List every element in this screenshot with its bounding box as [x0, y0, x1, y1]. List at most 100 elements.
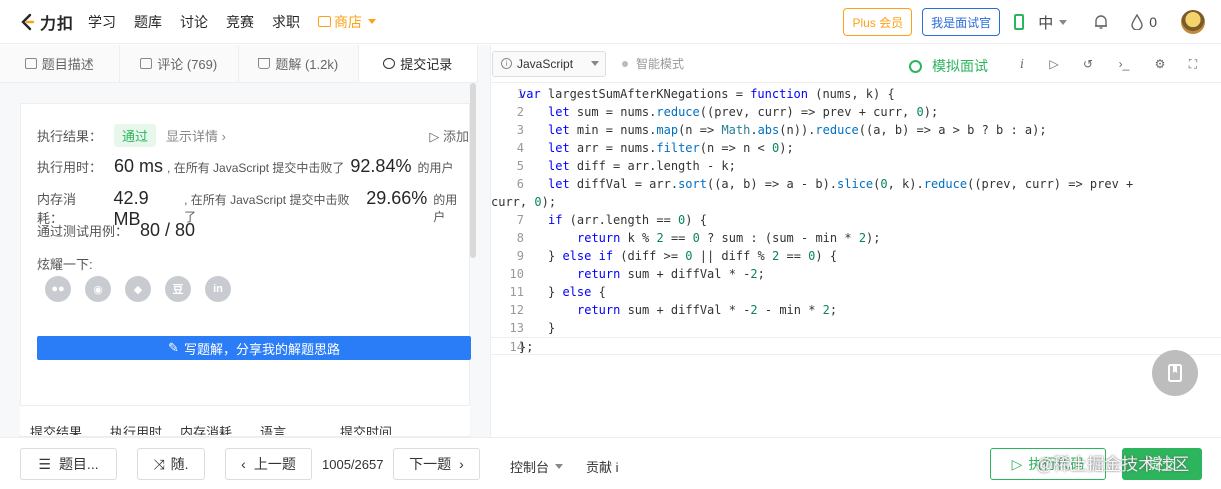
line-number: 13 — [509, 321, 524, 335]
code-editor[interactable]: 1 var largestSumAfterKNegations = functio… — [491, 85, 1221, 355]
wechat-icon[interactable]: ●● — [45, 276, 71, 302]
nav-learn[interactable]: 学习 — [88, 12, 116, 32]
code-line[interactable]: 14}; — [491, 337, 1221, 355]
code-line[interactable]: 5 let diff = arr.length - k; — [491, 157, 1221, 175]
runtime-row: 执行用时： 60 ms , 在所有 JavaScript 提交中击败了 92.8… — [37, 156, 453, 177]
code-text: let min = nums.map(n => Math.abs(n)).red… — [548, 123, 1047, 137]
line-number: 8 — [516, 231, 524, 245]
contribute-link[interactable]: 贡献 i — [586, 457, 619, 476]
tab-description[interactable]: 题目描述 — [0, 45, 120, 82]
notes-float-button[interactable] — [1152, 350, 1198, 396]
douban-icon[interactable]: 豆 — [165, 276, 191, 302]
play-icon[interactable]: ▷ — [1047, 57, 1061, 71]
code-line[interactable]: 2 let sum = nums.reduce((prev, curr) => p… — [491, 103, 1221, 121]
history-col-result: 提交结果 — [30, 425, 83, 435]
points-count: 0 — [1149, 14, 1157, 30]
clock-icon — [383, 58, 396, 69]
line-number: 9 — [516, 249, 524, 263]
prev-problem-button[interactable]: ‹ 上一题 — [225, 448, 312, 480]
code-text: return k % 2 == 0 ? sum : (sum - min * 2… — [577, 231, 881, 245]
nav-store[interactable]: 商店 — [318, 12, 377, 32]
alarm-clock-icon — [909, 59, 922, 73]
settings-icon[interactable]: ⚙ — [1153, 57, 1167, 71]
reset-icon[interactable]: ↺ — [1081, 57, 1095, 71]
code-line[interactable]: 6 let diffVal = arr.sort((a, b) => a - b)… — [491, 175, 1221, 193]
code-text: } else { — [548, 285, 606, 299]
editor-language-select[interactable]: i JavaScript — [492, 50, 606, 77]
bell-icon[interactable] — [1093, 14, 1109, 30]
code-text: let diffVal = arr.sort((a, b) => a - b).… — [548, 177, 1134, 191]
code-line[interactable]: 1 var largestSumAfterKNegations = functio… — [491, 85, 1221, 103]
language-selector[interactable]: 中 — [1038, 12, 1068, 33]
console-toggle[interactable]: 控制台 — [510, 457, 564, 476]
points-counter[interactable]: 0 — [1131, 14, 1157, 30]
code-text: return sum + diffVal * -2; — [577, 267, 765, 281]
weibo-icon[interactable]: ◉ — [85, 276, 111, 302]
code-line[interactable]: 4 let arr = nums.filter(n => n < 0); — [491, 139, 1221, 157]
editor-panel: i JavaScript 智能模式 模拟面试 i ▷ ↺ ›_ ⚙ ⛶ 1 var… — [490, 45, 1221, 437]
tab-comments[interactable]: 评论 (769) — [120, 45, 239, 82]
top-navbar: 力扣 学习 题库 讨论 竞赛 求职 商店 Plus 会员 我是面试官 中 0 — [0, 0, 1221, 44]
line-number: 5 — [516, 159, 524, 173]
next-problem-label: 下一题 — [409, 456, 452, 472]
plus-member-button[interactable]: Plus 会员 — [843, 8, 913, 36]
tests-row: 通过测试用例： 80 / 80 — [37, 220, 199, 241]
terminal-icon[interactable]: ›_ — [1117, 57, 1131, 71]
code-text: } else if (diff >= 0 || diff % 2 == 0) { — [548, 249, 838, 263]
code-line[interactable]: 7 if (arr.length == 0) { — [491, 211, 1221, 229]
smart-mode-label: 智能模式 — [636, 57, 685, 71]
code-line[interactable]: 3 let min = nums.map(n => Math.abs(n)).re… — [491, 121, 1221, 139]
code-text: return sum + diffVal * -2 - min * 2; — [577, 303, 838, 317]
show-details-link[interactable]: 显示详情 › — [166, 126, 226, 145]
code-line[interactable]: 10 return sum + diffVal * -2; — [491, 265, 1221, 283]
panel-splitter[interactable] — [478, 45, 490, 437]
runtime-percentile: 92.84% — [350, 156, 412, 176]
code-line[interactable]: curr, 0); — [491, 193, 1221, 211]
left-tabs: 题目描述 评论 (769) 题解 (1.2k) 提交记录 — [0, 45, 478, 83]
mock-interview-label: 模拟面试 — [932, 58, 988, 74]
tab-comments-label: 评论 (769) — [157, 57, 218, 72]
mock-interview-button[interactable]: 模拟面试 — [909, 56, 988, 76]
line-number: 2 — [516, 105, 524, 119]
write-solution-button[interactable]: ✎ 写题解，分享我的解题思路 — [37, 336, 471, 360]
fullscreen-icon[interactable]: ⛶ — [1186, 57, 1200, 71]
info-italic-icon[interactable]: i — [1015, 57, 1029, 71]
code-line[interactable]: 8 return k % 2 == 0 ? sum : (sum - min * … — [491, 229, 1221, 247]
tab-solutions[interactable]: 题解 (1.2k) — [239, 45, 359, 82]
nav-discuss[interactable]: 讨论 — [180, 12, 208, 32]
flask-icon — [258, 58, 271, 69]
left-scrollbar[interactable] — [470, 83, 476, 258]
nav-problems[interactable]: 题库 — [134, 12, 162, 32]
logo-text: 力扣 — [40, 15, 75, 33]
editor-language-label: JavaScript — [517, 56, 574, 71]
qq-icon[interactable]: ◆ — [125, 276, 151, 302]
user-avatar[interactable] — [1181, 10, 1205, 34]
history-col-time: 提交时间 — [340, 425, 393, 435]
code-text: let diff = arr.length - k; — [548, 159, 736, 173]
nav-jobs[interactable]: 求职 — [272, 12, 300, 32]
line-number: 11 — [509, 285, 524, 299]
tab-submissions-label: 提交记录 — [400, 57, 453, 72]
next-problem-button[interactable]: 下一题 › — [393, 448, 480, 480]
code-text: curr, 0); — [491, 195, 557, 209]
pencil-icon: ✎ — [168, 340, 179, 355]
status-badge: 通过 — [114, 124, 157, 147]
mobile-phone-icon[interactable] — [1014, 14, 1025, 30]
memory-suffix: 的用户 — [433, 193, 458, 224]
tab-submissions[interactable]: 提交记录 — [358, 45, 478, 82]
random-button[interactable]: ⤨ 随. — [137, 448, 205, 480]
interviewer-button[interactable]: 我是面试官 — [922, 8, 1001, 36]
leetcode-logo[interactable]: 力扣 — [20, 10, 74, 34]
problem-list-button[interactable]: ☰ 题目... — [20, 448, 117, 480]
smart-mode-dot — [622, 60, 628, 67]
linkedin-icon[interactable]: in — [205, 276, 231, 302]
watermark-text: @稀土掘金技术社区 — [1036, 455, 1190, 474]
code-line[interactable]: 13} — [491, 319, 1221, 337]
nav-contest[interactable]: 竞赛 — [226, 12, 254, 32]
code-line[interactable]: 11 } else { — [491, 283, 1221, 301]
add-note-link[interactable]: ▷ 添加 — [429, 126, 469, 145]
code-line[interactable]: 12 return sum + diffVal * -2 - min * 2; — [491, 301, 1221, 319]
code-line[interactable]: 9 } else if (diff >= 0 || diff % 2 == 0) … — [491, 247, 1221, 265]
left-panel: 题目描述 评论 (769) 题解 (1.2k) 提交记录 执行结果： 通过 显示… — [0, 45, 478, 489]
smart-mode-toggle[interactable]: 智能模式 — [622, 55, 684, 72]
